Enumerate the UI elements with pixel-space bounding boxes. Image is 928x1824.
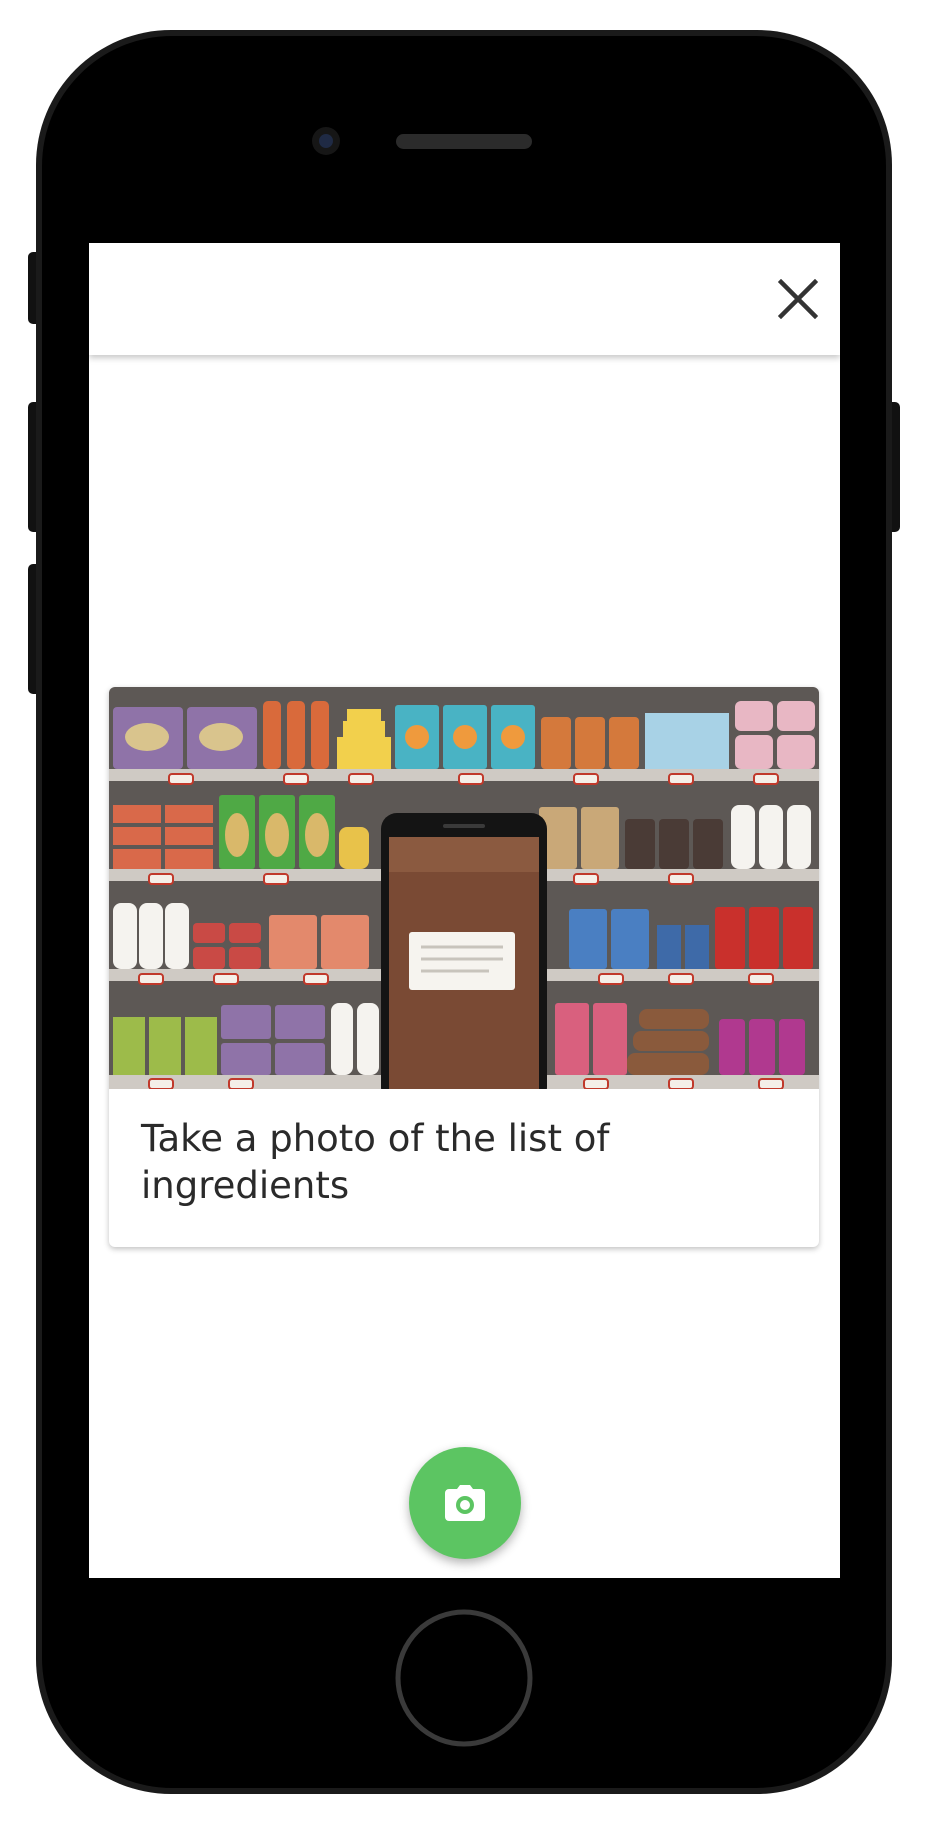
camera-icon (445, 1485, 485, 1521)
earpiece-speaker (396, 134, 532, 149)
app-bar (89, 243, 840, 355)
shelf-scan-illustration (109, 687, 819, 1089)
card-title: Take a photo of the list of ingredients (141, 1117, 610, 1207)
instruction-card: Take a photo of the list of ingredients (109, 687, 819, 1247)
camera-fab-button[interactable] (409, 1447, 521, 1559)
app-screen: Take a photo of the list of ingredients (89, 243, 840, 1578)
close-button[interactable] (770, 271, 826, 327)
home-button[interactable] (395, 1609, 533, 1747)
close-icon (778, 279, 818, 319)
